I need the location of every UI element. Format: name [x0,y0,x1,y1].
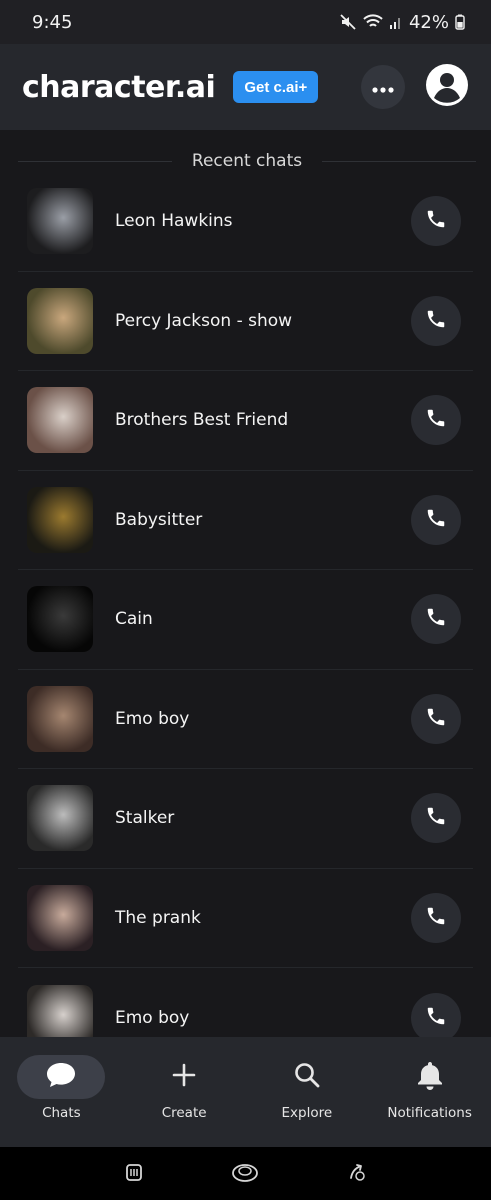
status-bar: 9:45 42% [0,0,491,44]
chat-list: Leon Hawkins Percy Jackson - show Brothers… [0,172,491,1037]
chat-name: Brothers Best Friend [115,410,289,431]
chat-name: Emo boy [115,708,190,729]
more-icon [372,78,394,97]
home-icon [230,1161,260,1187]
search-icon [293,1061,321,1093]
phone-icon [425,606,447,632]
back-button[interactable] [342,1159,372,1189]
back-icon [345,1160,369,1188]
bell-icon [416,1060,444,1094]
chat-name: Percy Jackson - show [115,310,293,331]
call-button[interactable] [411,395,461,446]
brand-logo: character.ai [22,69,216,105]
recents-icon [124,1161,144,1187]
battery-text: 42% [408,11,449,33]
chat-name: Stalker [115,808,175,829]
phone-icon [425,407,447,433]
call-button[interactable] [411,992,461,1037]
chat-list-item[interactable]: The prank [18,869,473,968]
call-button[interactable] [411,494,461,545]
chat-name: The prank [115,907,201,928]
character-avatar [27,884,93,951]
wifi-icon [363,14,383,30]
chat-list-item[interactable]: Emo boy [18,670,473,769]
bottom-nav: Chats Create Explore Notifications [0,1037,491,1147]
chat-list-item[interactable]: Leon Hawkins [18,172,473,272]
profile-icon [425,63,469,111]
divider [18,160,172,162]
battery-icon [455,14,465,30]
recents-button[interactable] [119,1159,149,1189]
nav-label: Chats [42,1105,81,1121]
phone-icon [425,208,447,234]
call-button[interactable] [411,594,461,645]
character-avatar [27,387,93,454]
nav-notifications[interactable]: Notifications [368,1037,491,1147]
chat-list-item[interactable]: Brothers Best Friend [18,371,473,471]
call-button[interactable] [411,793,461,844]
phone-icon [425,308,447,334]
plus-icon [171,1062,197,1092]
character-avatar [27,486,93,553]
recent-chats-heading: Recent chats [18,148,476,174]
chat-list-item[interactable]: Percy Jackson - show [18,272,473,371]
nav-label: Explore [281,1105,333,1121]
more-button[interactable] [361,65,405,109]
chat-name: Babysitter [115,509,203,530]
nav-chats[interactable]: Chats [0,1037,123,1147]
phone-icon [425,905,447,931]
character-avatar [27,785,93,852]
app-screen: 9:45 42% character.ai Get c.ai+ Recent c… [0,0,491,1200]
character-avatar [27,984,93,1037]
mute-icon [339,13,357,31]
nav-label: Create [161,1105,207,1121]
phone-icon [425,507,447,533]
chat-name: Cain [115,609,153,630]
character-avatar [27,586,93,653]
phone-icon [425,706,447,732]
status-icons: 42% [339,12,465,33]
call-button[interactable] [411,196,461,247]
profile-button[interactable] [425,63,469,111]
chat-name: Emo boy [115,1007,190,1028]
app-header: character.ai Get c.ai+ [0,44,491,130]
chat-name: Leon Hawkins [115,211,233,232]
character-avatar [27,188,93,255]
character-avatar [27,685,93,752]
chat-list-item[interactable]: Cain [18,570,473,670]
call-button[interactable] [411,693,461,744]
section-title: Recent chats [191,151,303,171]
nav-create[interactable]: Create [123,1037,246,1147]
chat-list-item[interactable]: Babysitter [18,471,473,570]
chat-list-item[interactable]: Stalker [18,769,473,869]
nav-label: Notifications [387,1105,472,1121]
call-button[interactable] [411,892,461,943]
phone-icon [425,805,447,831]
status-time: 9:45 [32,11,73,33]
call-button[interactable] [411,295,461,346]
phone-icon [425,1005,447,1031]
signal-icon [389,14,403,30]
system-nav [0,1147,491,1200]
chat-list-item[interactable]: Emo boy [18,968,473,1037]
get-plus-button[interactable]: Get c.ai+ [233,71,319,103]
divider [322,160,476,162]
home-button[interactable] [230,1159,260,1189]
nav-explore[interactable]: Explore [246,1037,369,1147]
character-avatar [27,287,93,354]
chat-bubble-icon [45,1061,77,1093]
